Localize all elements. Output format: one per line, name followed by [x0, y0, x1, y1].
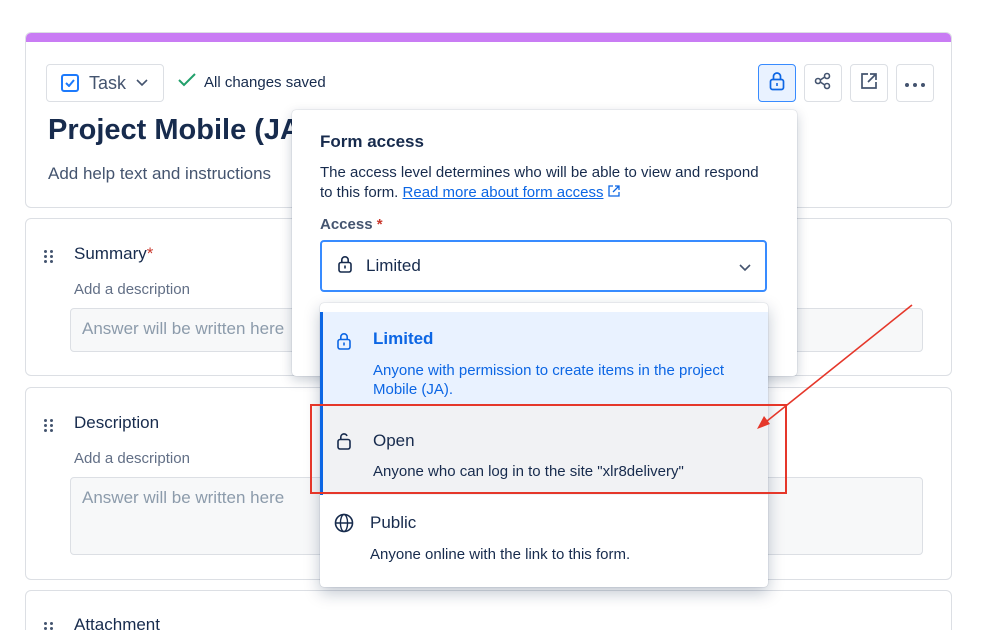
access-label: Access *	[320, 216, 383, 233]
access-selected-value: Limited	[366, 256, 421, 275]
save-status-text: All changes saved	[204, 73, 326, 91]
field-label-attachment: Attachment	[74, 615, 160, 630]
read-more-link-text: Read more about form access	[402, 184, 604, 201]
external-link-icon	[607, 184, 620, 201]
more-actions-button[interactable]	[896, 64, 934, 102]
lock-icon	[769, 71, 785, 96]
summary-label-text: Summary	[74, 244, 147, 263]
chevron-down-icon	[136, 74, 148, 92]
menu-option-limited[interactable]: Limited Anyone with permission to create…	[320, 312, 768, 404]
open-in-new-tab-button[interactable]	[850, 64, 888, 102]
field-card-attachment: Attachment	[25, 590, 952, 630]
annotation-highlight-box	[310, 404, 787, 494]
option-description-limited: Anyone with permission to create items i…	[373, 362, 724, 398]
form-access-button[interactable]	[758, 64, 796, 102]
form-help-text[interactable]: Add help text and instructions	[48, 164, 271, 184]
field-description-description[interactable]: Add a description	[74, 450, 190, 467]
popup-body: The access level determines who will be …	[320, 163, 760, 203]
option-description-public: Anyone online with the link to this form…	[370, 546, 631, 563]
form-title[interactable]: Project Mobile (JA	[48, 114, 301, 147]
more-icon	[905, 74, 925, 92]
globe-icon	[334, 513, 354, 538]
access-level-select[interactable]: Limited	[320, 240, 767, 292]
share-icon	[814, 72, 832, 95]
field-description-summary[interactable]: Add a description	[74, 281, 190, 298]
drag-handle-icon[interactable]	[44, 622, 54, 630]
menu-option-public[interactable]: Public Anyone online with the link to th…	[320, 499, 768, 579]
header-toolbar	[758, 64, 934, 102]
lock-icon	[338, 255, 352, 278]
required-asterisk: *	[146, 244, 154, 263]
popup-title: Form access	[320, 132, 424, 151]
chevron-down-icon	[739, 259, 751, 277]
field-label-description: Description	[74, 413, 160, 432]
access-label-text: Access	[320, 216, 373, 233]
task-icon	[61, 74, 79, 92]
option-title-limited: Limited	[373, 329, 434, 348]
drag-handle-icon[interactable]	[44, 250, 54, 263]
issue-type-select[interactable]: Task	[46, 64, 164, 102]
field-label-summary: Summary*	[74, 244, 153, 264]
checkmark-icon	[178, 73, 196, 91]
issue-type-label: Task	[89, 72, 127, 93]
share-button[interactable]	[804, 64, 842, 102]
read-more-link[interactable]: Read more about form access	[403, 184, 604, 201]
drag-handle-icon[interactable]	[44, 419, 54, 432]
save-status: All changes saved	[178, 73, 326, 91]
option-title-public: Public	[370, 513, 417, 532]
required-asterisk: *	[376, 216, 383, 233]
open-external-icon	[860, 72, 878, 95]
header-accent-bar	[26, 33, 951, 42]
lock-icon	[337, 332, 351, 355]
